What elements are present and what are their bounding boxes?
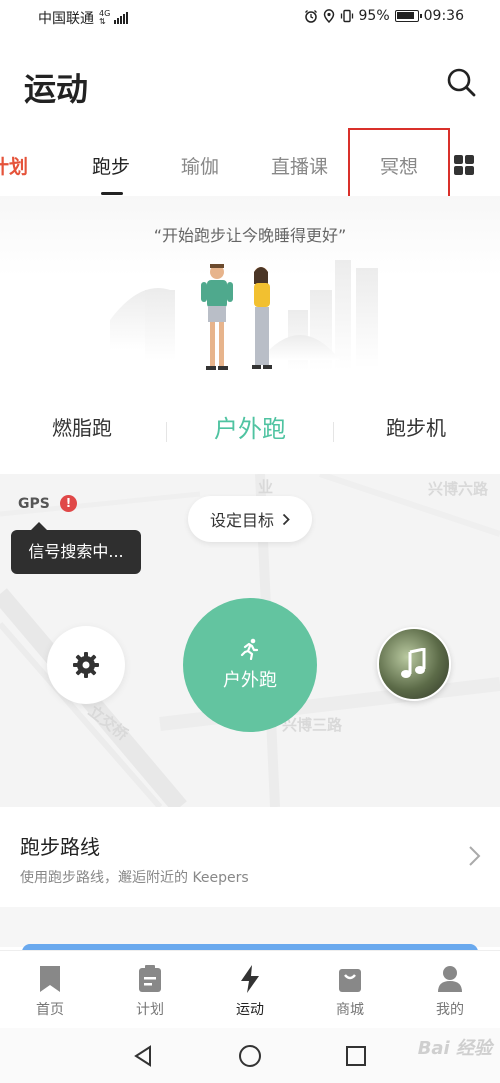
- clipboard-icon: [139, 965, 161, 992]
- music-button[interactable]: [377, 627, 451, 701]
- location-icon: [323, 9, 334, 23]
- section-divider: [0, 907, 500, 947]
- gps-label: GPS: [18, 496, 50, 512]
- mode-treadmill[interactable]: 跑步机: [386, 412, 446, 441]
- mode-divider: [333, 422, 334, 442]
- active-tab-indicator: [101, 192, 123, 195]
- grid-menu-icon[interactable]: [454, 155, 474, 175]
- alarm-icon: [304, 10, 317, 23]
- nav-me[interactable]: 我的: [420, 965, 480, 1019]
- runners-illustration: [110, 260, 378, 370]
- nav-me-label: 我的: [436, 1002, 464, 1018]
- gps-status-tooltip: 信号搜索中...: [11, 522, 141, 574]
- running-mode-selector: 燃脂跑 户外跑 跑步机: [0, 412, 500, 452]
- nav-store[interactable]: 商城: [320, 965, 380, 1019]
- routes-subtitle: 使用跑步路线，邂逅附近的 Keepers: [20, 870, 249, 886]
- signal-icon: [114, 12, 129, 24]
- street-label: 兴博六路: [428, 480, 489, 498]
- nav-home[interactable]: 首页: [20, 965, 80, 1019]
- page-title: 运动: [24, 70, 89, 108]
- status-left: 中国联通 4G ⇅: [38, 8, 129, 28]
- set-goal-label: 设定目标: [209, 511, 274, 530]
- set-goal-button[interactable]: 设定目标: [188, 496, 312, 542]
- nav-plan[interactable]: 计划: [120, 965, 180, 1019]
- battery-percent: 95%: [358, 8, 390, 24]
- watermark-logo: Bai 经验: [417, 1038, 492, 1059]
- routes-title: 跑步路线: [20, 835, 100, 859]
- shopping-bag-icon: [339, 969, 361, 992]
- back-icon[interactable]: [133, 1045, 153, 1067]
- bottom-navigation: 首页 计划 运动 商城 我的: [0, 950, 500, 1028]
- network-indicator: 4G ⇅: [99, 9, 111, 26]
- mode-fat-burning-run[interactable]: 燃脂跑: [52, 412, 112, 441]
- street-label: 业: [258, 478, 274, 496]
- person-icon: [438, 966, 462, 992]
- start-outdoor-run-button[interactable]: 户外跑: [183, 598, 317, 732]
- hero-slogan: “开始跑步让今晚睡得更好”: [153, 226, 347, 245]
- vibrate-icon: [340, 9, 353, 23]
- nav-home-label: 首页: [36, 1002, 64, 1018]
- status-bar: 中国联通 4G ⇅ 95% 09:36: [0, 0, 500, 34]
- start-button-label: 户外跑: [223, 670, 277, 691]
- home-circle-icon[interactable]: [238, 1044, 262, 1068]
- music-note-icon: [401, 648, 426, 678]
- tab-running[interactable]: 跑步: [92, 152, 130, 179]
- running-routes-card[interactable]: 跑步路线 使用跑步路线，邂逅附近的 Keepers: [0, 807, 500, 907]
- mode-divider: [166, 422, 167, 442]
- chevron-right-icon: [282, 513, 290, 525]
- gps-alert-icon[interactable]: !: [60, 495, 77, 512]
- recent-apps-icon[interactable]: [345, 1045, 367, 1067]
- lightning-icon: [241, 965, 259, 993]
- chevron-right-icon: [469, 846, 481, 866]
- tab-yoga[interactable]: 瑜伽: [181, 152, 219, 179]
- bookmark-icon: [40, 966, 60, 992]
- status-right: 95% 09:36: [304, 8, 464, 24]
- tab-live-class[interactable]: 直播课: [271, 152, 328, 179]
- runner-icon: [240, 638, 259, 660]
- gear-icon: [73, 652, 99, 678]
- clock: 09:36: [423, 8, 464, 24]
- mode-outdoor-run[interactable]: 户外跑: [214, 409, 286, 444]
- nav-plan-label: 计划: [136, 1002, 164, 1018]
- search-icon[interactable]: [446, 67, 476, 97]
- tab-plan[interactable]: 计划: [0, 152, 28, 179]
- nav-sport-label: 运动: [236, 1002, 264, 1018]
- settings-button[interactable]: [47, 626, 125, 704]
- nav-store-label: 商城: [336, 1002, 364, 1018]
- nav-sport[interactable]: 运动: [220, 965, 280, 1019]
- battery-icon: [394, 10, 422, 22]
- carrier-label: 中国联通: [38, 11, 94, 27]
